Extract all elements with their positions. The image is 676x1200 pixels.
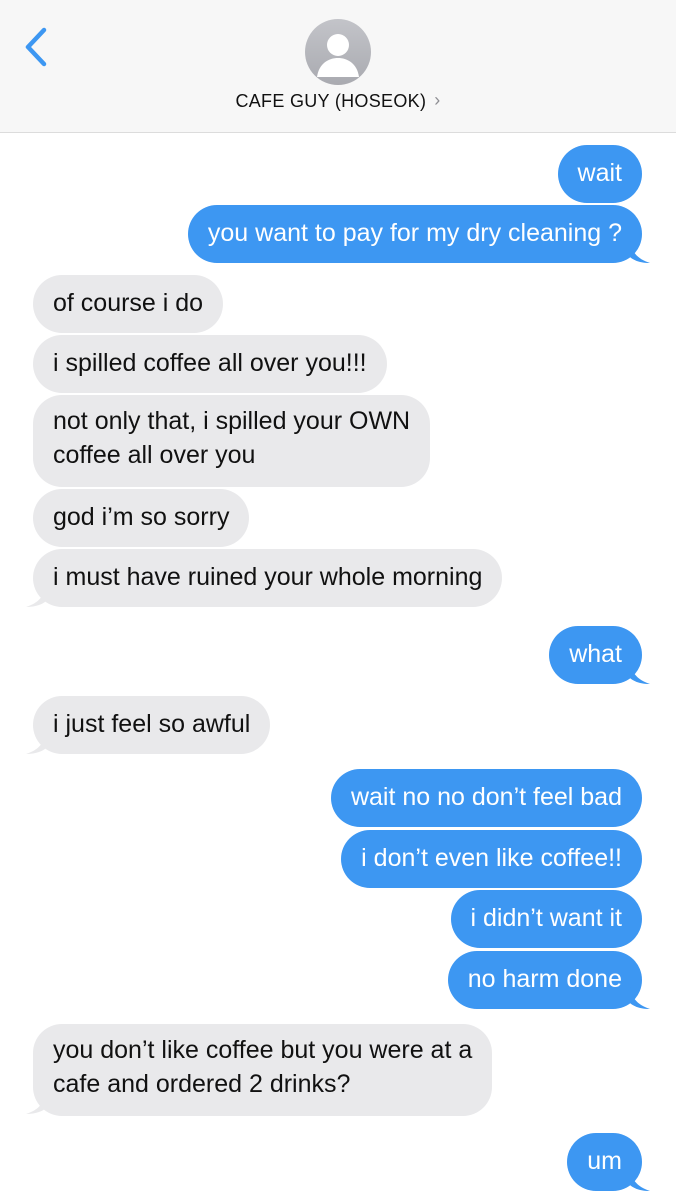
- bubble-tail: [630, 1169, 650, 1191]
- message-text: not only that, i spilled your OWN coffee…: [53, 407, 411, 469]
- message-text: i must have ruined your whole morning: [53, 563, 483, 591]
- message-text: god i’m so sorry: [53, 503, 230, 531]
- message-bubble-received[interactable]: i spilled coffee all over you!!!: [33, 335, 387, 393]
- message-bubble-received[interactable]: god i’m so sorry: [33, 489, 250, 547]
- message-bubble-received[interactable]: i just feel so awful: [33, 696, 271, 754]
- message-text: i just feel so awful: [53, 710, 251, 738]
- message-text: of course i do: [53, 289, 204, 317]
- bubble-tail: [630, 987, 650, 1009]
- message-thread[interactable]: wait you want to pay for my dry cleaning…: [0, 133, 676, 1200]
- message-text: wait: [577, 159, 622, 187]
- message-bubble-received[interactable]: you don’t like coffee but you were at a …: [33, 1024, 493, 1116]
- message-text: i didn’t want it: [470, 904, 622, 932]
- contact-name-button[interactable]: CAFE GUY (HOSEOK) ›: [0, 90, 676, 112]
- chevron-left-icon[interactable]: [18, 24, 58, 70]
- message-bubble-sent[interactable]: i don’t even like coffee!!: [341, 830, 642, 888]
- message-text: um: [587, 1147, 622, 1175]
- person-silhouette-icon: [317, 34, 359, 77]
- bubble-tail: [26, 585, 46, 607]
- message-text: i spilled coffee all over you!!!: [53, 349, 367, 377]
- message-bubble-received[interactable]: not only that, i spilled your OWN coffee…: [33, 395, 431, 487]
- bubble-tail: [26, 732, 46, 754]
- message-bubble-sent[interactable]: no harm done: [447, 951, 642, 1009]
- message-text: no harm done: [467, 965, 622, 993]
- message-bubble-sent[interactable]: i didn’t want it: [450, 890, 642, 948]
- conversation-header: CAFE GUY (HOSEOK) ›: [0, 0, 676, 133]
- message-text: you don’t like coffee but you were at a …: [53, 1036, 473, 1098]
- contact-avatar[interactable]: [305, 19, 371, 85]
- message-text: you want to pay for my dry cleaning ?: [207, 219, 622, 247]
- message-bubble-sent[interactable]: wait: [557, 145, 642, 203]
- message-text: wait no no don’t feel bad: [350, 783, 622, 811]
- chevron-right-icon: ›: [434, 90, 441, 110]
- message-text: i don’t even like coffee!!: [361, 844, 622, 872]
- message-bubble-sent[interactable]: wait no no don’t feel bad: [330, 769, 642, 827]
- message-bubble-sent[interactable]: you want to pay for my dry cleaning ?: [187, 205, 642, 263]
- message-bubble-received[interactable]: of course i do: [33, 275, 224, 333]
- message-bubble-sent[interactable]: what: [549, 626, 642, 684]
- bubble-tail: [630, 662, 650, 684]
- bubble-tail: [630, 241, 650, 263]
- message-text: what: [569, 640, 622, 668]
- contact-name: CAFE GUY (HOSEOK): [235, 91, 427, 111]
- message-bubble-received[interactable]: i must have ruined your whole morning: [33, 549, 503, 607]
- bubble-tail: [26, 1092, 46, 1114]
